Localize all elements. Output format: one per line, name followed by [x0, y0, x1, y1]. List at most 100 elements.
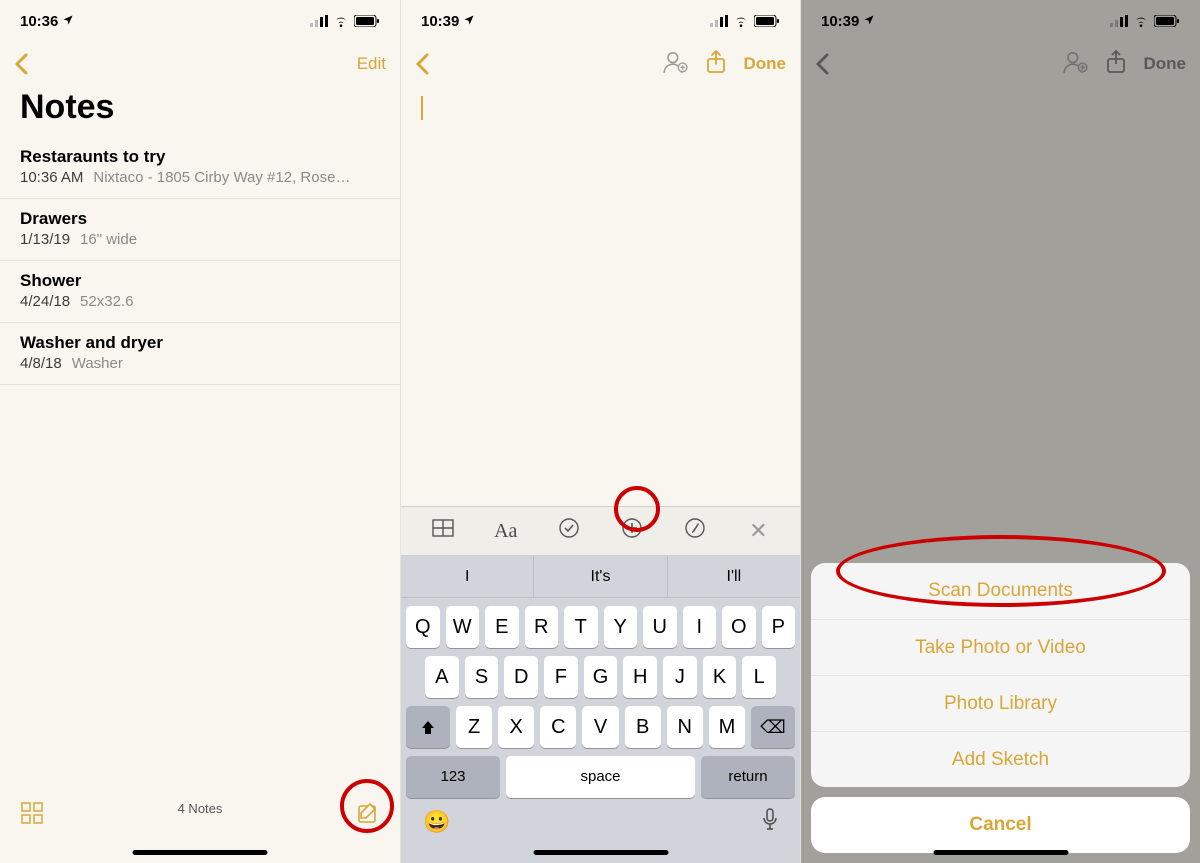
keyboard[interactable]: I It's I'll Q W E R T Y U I O P A S D F …: [401, 556, 800, 863]
done-button[interactable]: Done: [744, 54, 787, 74]
key-c[interactable]: C: [540, 706, 576, 748]
status-bar: 10:39: [401, 0, 800, 42]
shift-key[interactable]: [406, 706, 450, 748]
sheet-add-sketch[interactable]: Add Sketch: [811, 731, 1190, 787]
share-icon[interactable]: [706, 50, 726, 79]
key-s[interactable]: S: [465, 656, 499, 698]
collaborate-icon[interactable]: [662, 49, 688, 80]
notes-list-screen: 10:36 Edit Notes Restaraunts to try 10:3…: [0, 0, 400, 863]
action-sheet: Scan Documents Take Photo or Video Photo…: [811, 563, 1190, 853]
dictation-icon[interactable]: [762, 808, 778, 836]
key-z[interactable]: Z: [456, 706, 492, 748]
add-attachment-icon[interactable]: [612, 517, 652, 545]
home-indicator[interactable]: [133, 850, 268, 855]
format-toolbar: Aa ✕: [401, 506, 800, 556]
wifi-icon: [733, 15, 749, 27]
home-indicator[interactable]: [933, 850, 1068, 855]
back-button[interactable]: [415, 53, 429, 75]
note-item[interactable]: Washer and dryer 4/8/18 Washer: [0, 323, 400, 385]
note-title: Shower: [20, 271, 380, 291]
sheet-photo-library[interactable]: Photo Library: [811, 675, 1190, 731]
status-time: 10:39: [421, 13, 459, 30]
edit-button[interactable]: Edit: [357, 54, 386, 74]
return-key[interactable]: return: [701, 756, 795, 798]
key-p[interactable]: P: [762, 606, 796, 648]
text-cursor: [421, 96, 423, 120]
back-button[interactable]: [14, 53, 28, 75]
prediction-item[interactable]: I'll: [668, 556, 800, 597]
note-title: Drawers: [20, 209, 380, 229]
key-y[interactable]: Y: [604, 606, 638, 648]
note-preview: Nixtaco - 1805 Cirby Way #12, Rosevi...: [93, 169, 353, 186]
page-title: Notes: [0, 86, 400, 137]
key-u[interactable]: U: [643, 606, 677, 648]
space-key[interactable]: space: [506, 756, 695, 798]
sheet-scan-documents[interactable]: Scan Documents: [811, 563, 1190, 619]
status-time: 10:36: [20, 13, 58, 30]
status-right: [710, 15, 780, 27]
key-g[interactable]: G: [584, 656, 618, 698]
key-w[interactable]: W: [446, 606, 480, 648]
key-x[interactable]: X: [498, 706, 534, 748]
note-editor-screen: 10:39 Done Aa ✕: [400, 0, 800, 863]
key-v[interactable]: V: [582, 706, 618, 748]
battery-icon: [754, 15, 780, 27]
note-item[interactable]: Restaraunts to try 10:36 AM Nixtaco - 180…: [0, 137, 400, 199]
note-preview: 52x32.6: [80, 293, 133, 310]
key-b[interactable]: B: [625, 706, 661, 748]
note-date: 10:36 AM: [20, 169, 83, 186]
sheet-cancel-button[interactable]: Cancel: [811, 797, 1190, 853]
close-keyboard-icon[interactable]: ✕: [738, 518, 778, 544]
note-item[interactable]: Shower 4/24/18 52x32.6: [0, 261, 400, 323]
backspace-key[interactable]: ⌫: [751, 706, 795, 748]
note-item[interactable]: Drawers 1/13/19 16" wide: [0, 199, 400, 261]
numbers-key[interactable]: 123: [406, 756, 500, 798]
compose-note-icon[interactable]: [356, 801, 380, 830]
note-preview: Washer: [72, 355, 123, 372]
key-l[interactable]: L: [742, 656, 776, 698]
key-f[interactable]: F: [544, 656, 578, 698]
attachment-sheet-screen: 10:39 Done Scan Documents Take Photo or …: [800, 0, 1200, 863]
wifi-icon: [333, 15, 349, 27]
note-date: 1/13/19: [20, 231, 70, 248]
key-t[interactable]: T: [564, 606, 598, 648]
signal-icon: [310, 15, 328, 27]
table-icon[interactable]: [423, 519, 463, 543]
note-body[interactable]: [401, 86, 800, 506]
key-n[interactable]: N: [667, 706, 703, 748]
prediction-row: I It's I'll: [401, 556, 800, 598]
status-bar: 10:36: [0, 0, 400, 42]
key-h[interactable]: H: [623, 656, 657, 698]
sheet-take-photo[interactable]: Take Photo or Video: [811, 619, 1190, 675]
key-m[interactable]: M: [709, 706, 745, 748]
prediction-item[interactable]: I: [401, 556, 534, 597]
prediction-item[interactable]: It's: [534, 556, 667, 597]
key-i[interactable]: I: [683, 606, 717, 648]
key-k[interactable]: K: [703, 656, 737, 698]
key-e[interactable]: E: [485, 606, 519, 648]
key-o[interactable]: O: [722, 606, 756, 648]
note-preview: 16" wide: [80, 231, 137, 248]
home-indicator[interactable]: [533, 850, 668, 855]
battery-icon: [354, 15, 380, 27]
key-a[interactable]: A: [425, 656, 459, 698]
key-j[interactable]: J: [663, 656, 697, 698]
checklist-icon[interactable]: [549, 517, 589, 545]
location-icon: [463, 13, 475, 30]
location-icon: [62, 13, 74, 30]
note-title: Washer and dryer: [20, 333, 380, 353]
key-q[interactable]: Q: [406, 606, 440, 648]
key-r[interactable]: R: [525, 606, 559, 648]
status-right: [310, 15, 380, 27]
text-format-icon[interactable]: Aa: [486, 520, 526, 543]
emoji-key[interactable]: 😀: [423, 809, 450, 835]
markup-icon[interactable]: [675, 517, 715, 545]
key-d[interactable]: D: [504, 656, 538, 698]
notes-count: 4 Notes: [0, 801, 400, 816]
nav-bar: Done: [401, 42, 800, 86]
signal-icon: [710, 15, 728, 27]
note-date: 4/24/18: [20, 293, 70, 310]
note-title: Restaraunts to try: [20, 147, 380, 167]
notes-list[interactable]: Restaraunts to try 10:36 AM Nixtaco - 180…: [0, 137, 400, 385]
note-date: 4/8/18: [20, 355, 62, 372]
